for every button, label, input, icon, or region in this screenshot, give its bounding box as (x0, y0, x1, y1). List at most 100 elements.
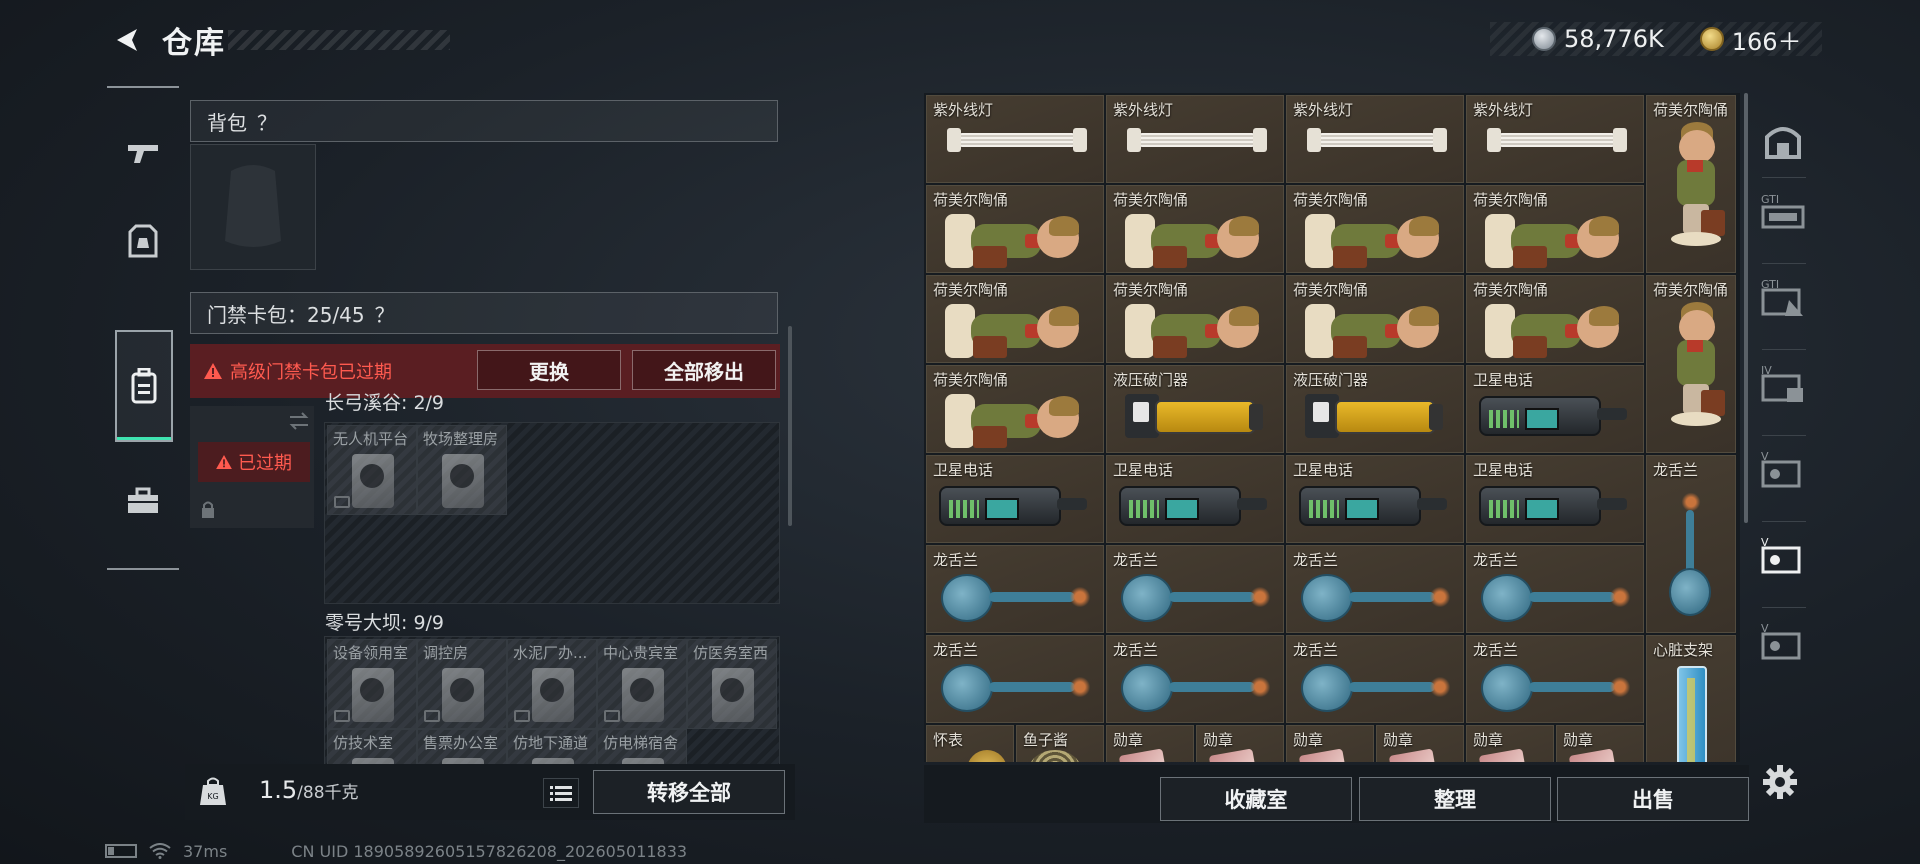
item-cell[interactable]: 勋章 (1376, 725, 1464, 762)
tequila-bottle-icon (941, 662, 1091, 714)
tequila-bottle-icon (1121, 572, 1271, 624)
collection-room-button[interactable]: 收藏室 (1160, 777, 1352, 821)
item-name: 紫外线灯 (1473, 101, 1534, 119)
key-slot[interactable]: 无人机平台 (327, 425, 417, 515)
replace-button[interactable]: 更换 (477, 350, 621, 390)
item-cell[interactable]: 卫星电话 (1286, 455, 1464, 543)
gun-icon (128, 145, 158, 163)
key-slot[interactable]: 调控房 (417, 639, 507, 729)
medal-icon (1478, 748, 1528, 762)
list-view-button[interactable] (543, 778, 579, 808)
gold-coin-value[interactable]: 166＋ (1732, 22, 1802, 57)
tequila-bottle-icon (1481, 662, 1631, 714)
item-cell[interactable]: 荷美尔陶俑 (926, 275, 1104, 363)
keycard-help-icon[interactable]: ？ (375, 299, 395, 328)
item-cell[interactable]: 勋章 (1556, 725, 1644, 762)
item-cell[interactable]: 荷美尔陶俑 (1106, 275, 1284, 363)
item-cell[interactable]: 心脏支架 (1646, 635, 1736, 762)
item-cell[interactable]: 卫星电话 (1466, 365, 1644, 453)
remove-all-button[interactable]: 全部移出 (632, 350, 776, 390)
item-cell[interactable]: 荷美尔陶俑 (1106, 185, 1284, 273)
item-cell[interactable]: 龙舌兰 (1286, 545, 1464, 633)
item-cell[interactable]: 卫星电话 (1106, 455, 1284, 543)
stash-tab-gti-2[interactable]: GTI (1754, 269, 1812, 325)
item-cell[interactable]: 卫星电话 (926, 455, 1104, 543)
item-cell[interactable]: 勋章 (1106, 725, 1194, 762)
item-cell[interactable]: 龙舌兰 (1286, 635, 1464, 723)
item-name: 液压破门器 (1113, 371, 1189, 389)
item-cell[interactable]: 龙舌兰 (1106, 545, 1284, 633)
item-cell[interactable]: 荷美尔陶俑 (1466, 275, 1644, 363)
settings-button[interactable] (1758, 760, 1802, 804)
nav-item-armor[interactable] (115, 204, 171, 278)
back-arrow-icon[interactable] (104, 22, 144, 58)
item-name: 心脏支架 (1653, 641, 1714, 659)
key-slot[interactable]: 售票办公室 (417, 729, 507, 765)
alert-message: 高级门禁卡包已过期 (230, 362, 392, 383)
item-cell[interactable]: 紫外线灯 (1466, 95, 1644, 183)
expired-badge: 已过期 (198, 442, 310, 482)
item-cell[interactable]: 卫星电话 (1466, 455, 1644, 543)
item-cell[interactable]: 勋章 (1286, 725, 1374, 762)
backpack-help-icon[interactable]: ？ (257, 107, 277, 136)
item-cell[interactable]: 液压破门器 (1106, 365, 1284, 453)
item-cell[interactable]: 荷美尔陶俑 (1466, 185, 1644, 273)
hummel-figurine-icon (1665, 302, 1725, 432)
swap-icon (289, 412, 309, 430)
stash-tab-gti-1[interactable]: GTI (1754, 183, 1812, 239)
nav-item-backpack[interactable] (115, 330, 173, 442)
stash-tab-v-1[interactable]: V (1754, 441, 1812, 497)
key-slot[interactable]: 仿技术室 (327, 729, 417, 765)
item-cell[interactable]: 怀表 (926, 725, 1014, 762)
left-category-nav (107, 86, 179, 572)
item-cell[interactable]: 液压破门器 (1286, 365, 1464, 453)
key-slot[interactable]: 仿电梯宿舍 (597, 729, 687, 765)
item-cell[interactable]: 荷美尔陶俑 (1646, 275, 1736, 453)
hummel-figurine-icon (1305, 300, 1445, 360)
nav-item-toolbox[interactable] (115, 464, 171, 538)
key-slot[interactable]: 设备领用室 (327, 639, 417, 729)
nav-item-weapons[interactable] (115, 116, 171, 190)
item-cell[interactable]: 龙舌兰 (1466, 635, 1644, 723)
item-cell[interactable]: 勋章 (1466, 725, 1554, 762)
item-cell[interactable]: 龙舌兰 (1466, 545, 1644, 633)
stash-tab-v-3[interactable]: V (1754, 613, 1812, 669)
item-cell[interactable]: 龙舌兰 (926, 545, 1104, 633)
item-cell[interactable]: 紫外线灯 (1286, 95, 1464, 183)
item-cell[interactable]: 勋章 (1196, 725, 1284, 762)
item-cell[interactable]: 龙舌兰 (1646, 455, 1736, 633)
hummel-figurine-icon (1125, 300, 1265, 360)
ping-readout: 37ms (183, 841, 228, 861)
item-cell[interactable]: 荷美尔陶俑 (1286, 185, 1464, 273)
left-panel-scrollbar[interactable] (788, 326, 792, 526)
item-cell[interactable]: 鱼子酱 (1016, 725, 1104, 762)
key-slot[interactable]: 仿医务室西 (687, 639, 777, 729)
transfer-all-button[interactable]: 转移全部 (593, 770, 785, 814)
item-cell[interactable]: 荷美尔陶俑 (926, 185, 1104, 273)
item-cell[interactable]: 紫外线灯 (1106, 95, 1284, 183)
item-cell[interactable]: 荷美尔陶俑 (926, 365, 1104, 453)
keycard-icon (442, 668, 484, 722)
key-slot[interactable]: 中心贵宾室 (597, 639, 687, 729)
item-cell[interactable]: 荷美尔陶俑 (1646, 95, 1736, 273)
sort-button[interactable]: 整理 (1359, 777, 1551, 821)
key-slot[interactable]: 水泥厂办... (507, 639, 597, 729)
hummel-figurine-icon (945, 390, 1085, 450)
item-cell[interactable]: 荷美尔陶俑 (1286, 275, 1464, 363)
key-slot[interactable]: 牧场整理房 (417, 425, 507, 515)
item-name: 勋章 (1563, 731, 1594, 749)
item-cell[interactable]: 龙舌兰 (1106, 635, 1284, 723)
stash-tab-iv[interactable]: IV (1754, 355, 1812, 411)
backpack-slot[interactable] (190, 144, 316, 270)
sell-button[interactable]: 出售 (1557, 777, 1749, 821)
title-decoration (228, 30, 450, 50)
stash-tab-storage[interactable] (1754, 113, 1812, 169)
stash-tab-v-2[interactable]: V (1754, 527, 1812, 583)
item-cell[interactable]: 龙舌兰 (926, 635, 1104, 723)
key-name: 仿地下通道 (513, 734, 589, 752)
key-slot[interactable]: 仿地下通道 (507, 729, 597, 765)
item-name: 荷美尔陶俑 (1653, 281, 1729, 299)
armor-icon (128, 224, 158, 258)
keycard-pack-slot[interactable]: 已过期 (190, 406, 314, 528)
item-cell[interactable]: 紫外线灯 (926, 95, 1104, 183)
